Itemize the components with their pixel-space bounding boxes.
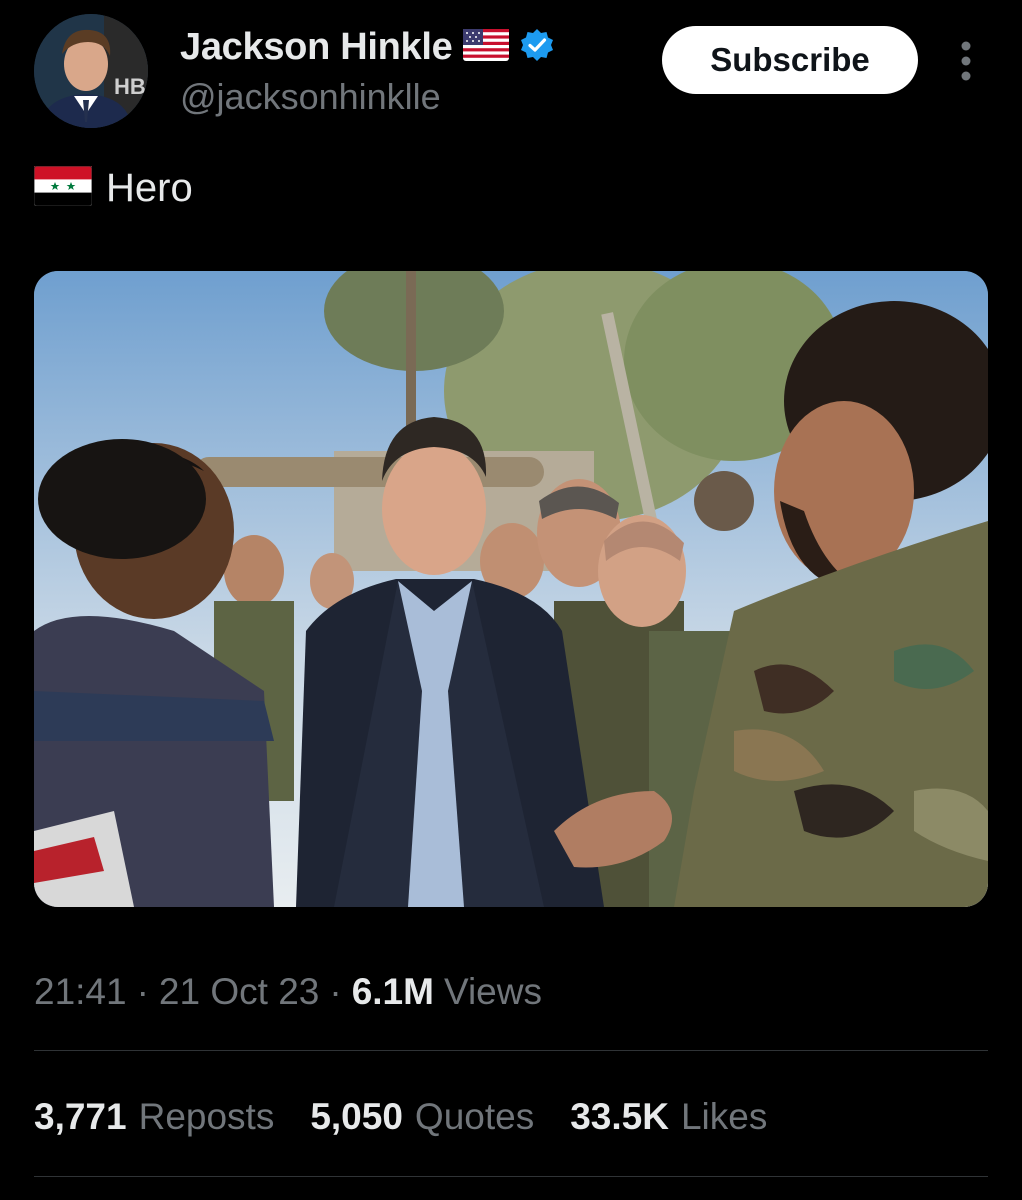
more-button[interactable] (946, 36, 986, 86)
more-vertical-icon (961, 41, 971, 81)
author-display-name[interactable]: Jackson Hinkle (180, 26, 453, 69)
divider (34, 1176, 988, 1177)
tweet-date[interactable]: 21 Oct 23 (159, 971, 319, 1013)
author-handle[interactable]: @jacksonhinklle (180, 76, 441, 118)
us-flag-icon (462, 28, 509, 66)
verified-badge-icon[interactable] (519, 27, 555, 68)
avatar-logo-text: HB (114, 74, 146, 99)
meta-separator: · (329, 971, 342, 1012)
meta-separator: · (136, 971, 149, 1012)
engagement-stats: 3,771 Reposts 5,050 Quotes 33.5K Likes (34, 1090, 803, 1144)
reposts-stat[interactable]: 3,771 Reposts (34, 1096, 274, 1138)
avatar-image: HB (34, 14, 148, 128)
subscribe-button[interactable]: Subscribe (662, 26, 918, 94)
views-label: Views (443, 971, 542, 1012)
quotes-label: Quotes (414, 1096, 535, 1137)
views-count[interactable]: 6.1M (352, 971, 434, 1013)
quotes-count: 5,050 (310, 1096, 403, 1137)
avatar[interactable]: HB (34, 14, 148, 128)
likes-label: Likes (680, 1096, 768, 1137)
tweet-header: HB Jackson Hinkle @jacksonhinklle Subscr… (0, 0, 1022, 140)
tweet-meta: 21:41 · 21 Oct 23 · 6.1M Views (34, 966, 542, 1018)
tweet-text: Hero (33, 160, 193, 216)
tweet-media-photo[interactable] (34, 271, 988, 907)
syria-flag-icon (33, 165, 93, 211)
reposts-label: Reposts (138, 1096, 275, 1137)
tweet-time[interactable]: 21:41 (34, 971, 127, 1013)
author-name-row: Jackson Hinkle (180, 24, 555, 70)
divider (34, 1050, 988, 1051)
reposts-count: 3,771 (34, 1096, 127, 1137)
photo-image (34, 271, 988, 907)
likes-count: 33.5K (570, 1096, 669, 1137)
quotes-stat[interactable]: 5,050 Quotes (310, 1096, 534, 1138)
tweet-text-label: Hero (106, 165, 193, 210)
likes-stat[interactable]: 33.5K Likes (570, 1096, 767, 1138)
